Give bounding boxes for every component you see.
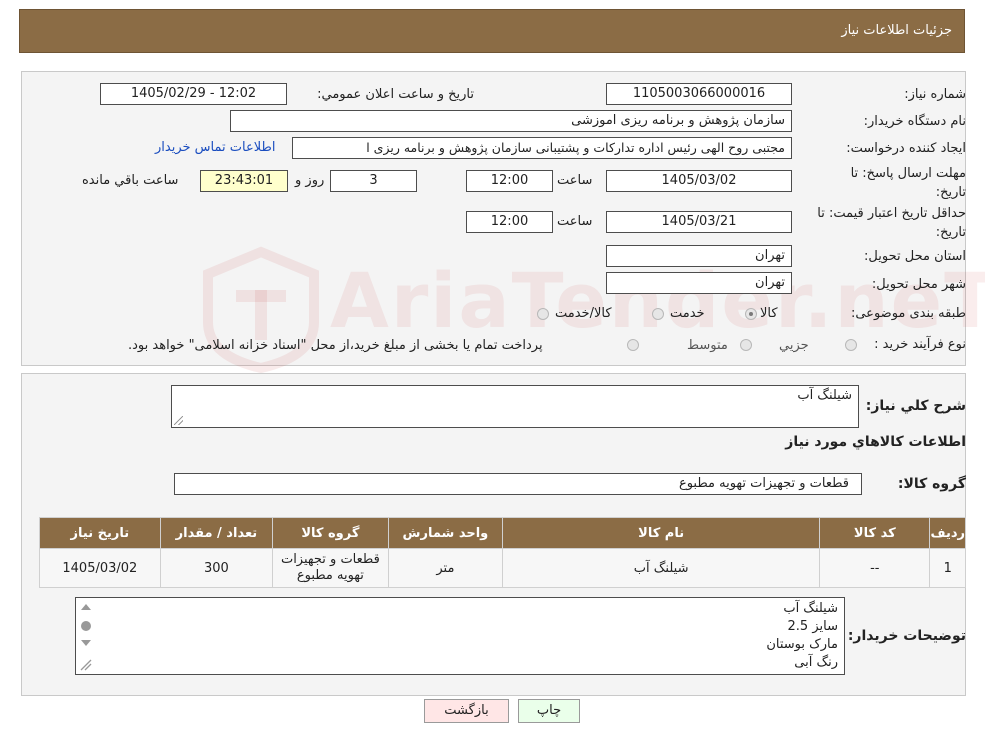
- buyer-notes-label: توضيحات خريدار:: [847, 628, 966, 644]
- buyer-field: سازمان پژوهش و برنامه ریزی اموزشی: [230, 110, 792, 132]
- buyer-notes-line-1: شیلنگ آب: [783, 601, 838, 616]
- need-number-label: شماره نیاز:: [904, 87, 966, 102]
- print-button[interactable]: چاپ: [518, 699, 580, 723]
- validity-label-line2: تاريخ:: [935, 225, 966, 240]
- process-option-medium: متوسط: [687, 338, 728, 353]
- goods-group-label: گروه کالا:: [897, 476, 966, 492]
- goods-info-title: اطلاعات کالاهاي مورد نياز: [785, 434, 966, 450]
- cell-name: شیلنگ آب: [502, 548, 821, 588]
- category-label: طبقه بندی موضوعی:: [850, 306, 966, 321]
- validity-time-field: 12:00: [466, 211, 553, 233]
- col-header-group: گروه کالا: [272, 517, 389, 549]
- validity-label-line1: حداقل تاريخ اعتبار قيمت: تا: [817, 206, 966, 221]
- buyer-notes-line-3: مارک بوستان: [766, 637, 838, 652]
- col-header-name: نام کالا: [502, 517, 821, 549]
- process-option-minor: جزيي: [779, 338, 809, 353]
- scroll-thumb: [81, 621, 91, 631]
- validity-date-field: 1405/03/21: [606, 211, 792, 233]
- table-row: 1 -- شیلنگ آب متر قطعات و تجهیزات تهویه …: [39, 548, 966, 588]
- category-radio-service[interactable]: [652, 308, 664, 320]
- category-radio-both[interactable]: [537, 308, 549, 320]
- col-header-date: تاريخ نياز: [39, 517, 161, 549]
- process-radio-treasury[interactable]: [627, 339, 639, 351]
- province-field: تهران: [606, 245, 792, 267]
- announce-label: تاريخ و ساعت اعلان عمومي:: [317, 87, 474, 102]
- col-header-unit: واحد شمارش: [387, 517, 504, 549]
- city-label: شهر محل تحويل:: [871, 277, 966, 292]
- resize-grip-icon[interactable]: [174, 416, 183, 425]
- buyer-notes-line-2: سایز 2.5: [787, 619, 838, 634]
- time-remaining-label: ساعت باقي مانده: [82, 173, 179, 188]
- validity-time-label: ساعت: [557, 214, 593, 229]
- buyer-contact-link[interactable]: اطلاعات تماس خريدار: [155, 140, 275, 155]
- notes-scrollbar[interactable]: [78, 600, 94, 672]
- buyer-notes-line-4: رنگ آبی: [794, 655, 838, 670]
- goods-group-field: قطعات و تجهیزات تهویه مطبوع: [174, 473, 862, 495]
- col-header-code: کد کالا: [819, 517, 931, 549]
- deadline-time-label: ساعت: [557, 173, 593, 188]
- summary-text: شیلنگ آب: [797, 388, 852, 403]
- deadline-label-line1: مهلت ارسال پاسخ: تا: [850, 166, 966, 181]
- creator-label: ايجاد کننده درخواست:: [846, 141, 966, 156]
- col-header-index: رديف: [929, 517, 966, 549]
- category-option-both: کالا/خدمت: [555, 306, 612, 321]
- summary-label: شرح کلي نياز:: [865, 398, 966, 414]
- time-remaining-field: 23:43:01: [200, 170, 288, 192]
- back-button[interactable]: بازگشت: [424, 699, 509, 723]
- page-title: جزئیات اطلاعات نیاز: [841, 23, 952, 38]
- process-note: پرداخت تمام يا بخشی از مبلغ خريد،از محل …: [128, 338, 543, 353]
- cell-qty: 300: [159, 548, 274, 588]
- category-option-service: خدمت: [670, 306, 705, 321]
- deadline-time-field: 12:00: [466, 170, 553, 192]
- need-number-field: 1105003066000016: [606, 83, 792, 105]
- buyer-label: نام دستگاه خريدار:: [863, 114, 966, 129]
- scroll-up-arrow-icon: [81, 604, 91, 610]
- creator-field: مجتبی روح الهی رئیس اداره تدارکات و پشتی…: [292, 137, 792, 159]
- buyer-notes-textarea[interactable]: شیلنگ آب سایز 2.5 مارک بوستان رنگ آبی: [75, 597, 845, 675]
- cell-unit: متر: [387, 548, 504, 588]
- process-radio-minor[interactable]: [845, 339, 857, 351]
- city-field: تهران: [606, 272, 792, 294]
- announce-field: 1405/02/29 - 12:02: [100, 83, 287, 105]
- cell-date: 1405/03/02: [39, 548, 161, 588]
- goods-table: رديف کد کالا نام کالا واحد شمارش گروه کا…: [39, 517, 966, 588]
- deadline-label-line2: تاريخ:: [935, 185, 966, 200]
- page-header: جزئیات اطلاعات نیاز: [19, 9, 965, 53]
- cell-index: 1: [929, 548, 966, 588]
- summary-textarea[interactable]: شیلنگ آب: [171, 385, 859, 428]
- category-option-goods: کالا: [760, 306, 778, 321]
- col-header-qty: تعداد / مقدار: [159, 517, 274, 549]
- process-label: نوع فرآيند خريد :: [874, 337, 966, 352]
- cell-group: قطعات و تجهیزات تهویه مطبوع: [272, 548, 389, 588]
- process-radio-medium[interactable]: [740, 339, 752, 351]
- days-remaining-field: 3: [330, 170, 417, 192]
- goods-table-header-row: رديف کد کالا نام کالا واحد شمارش گروه کا…: [39, 517, 966, 549]
- days-label: روز و: [295, 173, 325, 188]
- resize-grip-icon: [80, 659, 92, 671]
- province-label: استان محل تحويل:: [864, 249, 966, 264]
- deadline-date-field: 1405/03/02: [606, 170, 792, 192]
- scroll-down-arrow-icon: [81, 640, 91, 646]
- category-radio-goods[interactable]: [745, 308, 757, 320]
- cell-code: --: [819, 548, 931, 588]
